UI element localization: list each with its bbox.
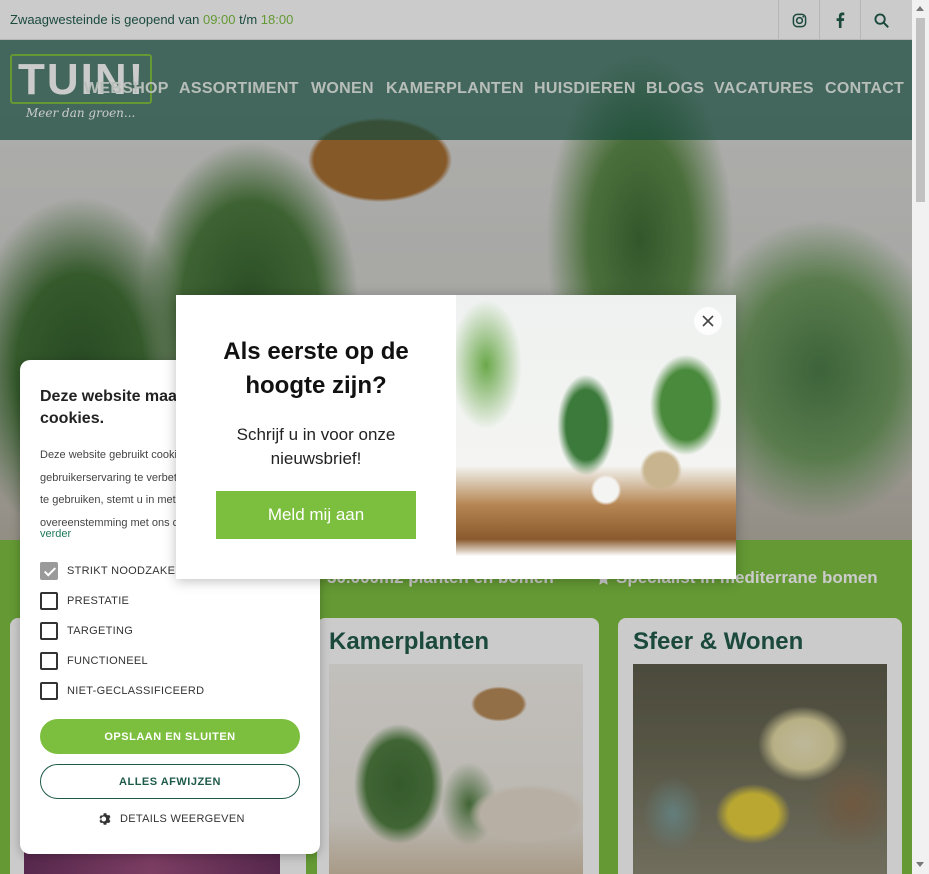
subscribe-button[interactable]: Meld mij aan	[216, 491, 416, 539]
checkbox[interactable]	[40, 652, 58, 670]
scroll-thumb[interactable]	[916, 18, 925, 202]
modal-plants-image	[456, 295, 736, 579]
gear-icon	[99, 813, 111, 825]
checkbox[interactable]	[40, 682, 58, 700]
checkbox[interactable]	[40, 592, 58, 610]
cookie-option-targeting[interactable]: TARGETING	[40, 622, 133, 640]
save-and-close-button[interactable]: OPSLAAN EN SLUITEN	[40, 719, 300, 754]
cookie-read-more-link[interactable]: verder	[40, 528, 71, 540]
details-label: DETAILS WEERGEVEN	[120, 813, 245, 825]
cookie-option-unclassified[interactable]: NIET-GECLASSIFICEERD	[40, 682, 204, 700]
modal-subtext: Schrijf u in voor onze nieuwsbrief!	[236, 425, 396, 468]
cookie-option-performance[interactable]: PRESTATIE	[40, 592, 129, 610]
checkbox[interactable]	[40, 622, 58, 640]
checkbox-label: FUNCTIONEEL	[67, 655, 148, 667]
newsletter-modal: Als eerste op de hoogte zijn? Schrijf u …	[176, 295, 736, 579]
reject-all-button[interactable]: ALLES AFWIJZEN	[40, 764, 300, 799]
close-icon	[702, 315, 714, 327]
checkbox-label: PRESTATIE	[67, 595, 130, 607]
checkbox-label: NIET-GECLASSIFICEERD	[67, 685, 205, 697]
checkbox-label: TARGETING	[67, 625, 134, 637]
close-modal-button[interactable]	[694, 307, 722, 335]
cookie-option-functional[interactable]: FUNCTIONEEL	[40, 652, 148, 670]
modal-heading: Als eerste op de hoogte zijn?	[223, 338, 409, 399]
scroll-down-arrow[interactable]	[916, 862, 924, 867]
cookie-option-strictly-necessary: STRIKT NOODZAKELIJK	[40, 562, 198, 580]
show-details-button[interactable]: DETAILS WEERGEVEN	[98, 812, 245, 826]
page-scrollbar[interactable]	[912, 0, 929, 874]
checkbox	[40, 562, 58, 580]
scroll-up-arrow[interactable]	[916, 6, 924, 11]
